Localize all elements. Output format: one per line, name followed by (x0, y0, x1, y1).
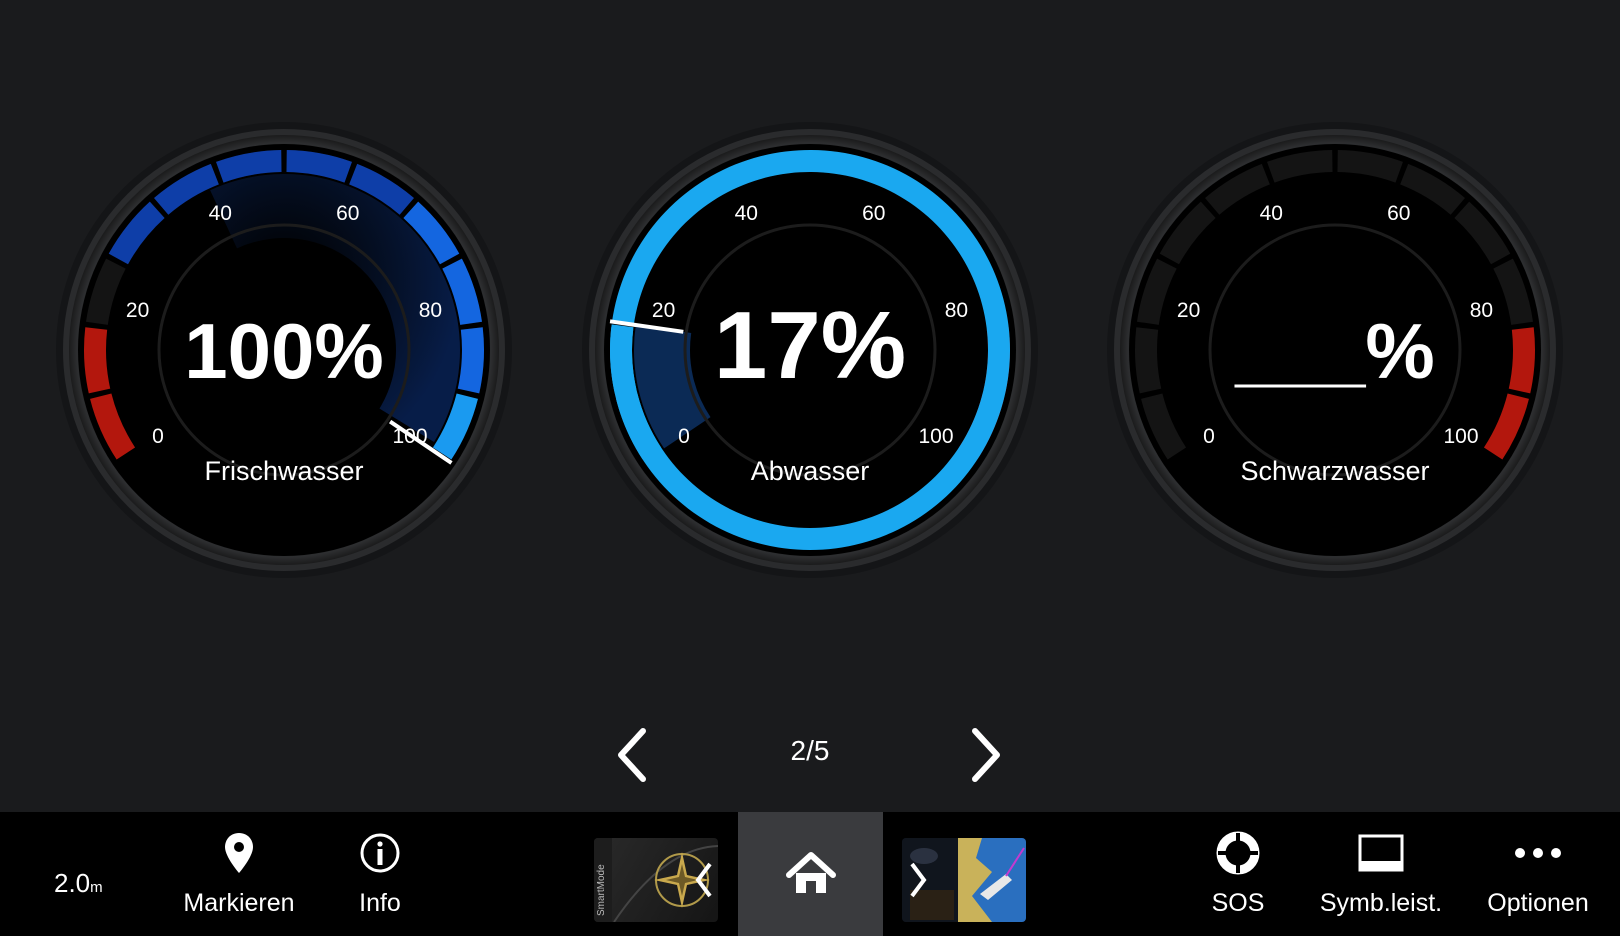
gauge-tick-label: 100 (392, 425, 427, 448)
depth-readout: 2.0m (54, 868, 103, 899)
gauge-tick-label: 100 (918, 425, 953, 448)
info-label: Info (359, 888, 401, 917)
gauge-label: Schwarzwasser (1240, 456, 1429, 486)
gauge-tick-label: 60 (862, 202, 885, 225)
more-icon (1515, 847, 1561, 858)
depth-unit: m (90, 879, 103, 896)
gauge-panel: 0 20 40 60 80 100 100% Frischwasser 0 20 40 60 80 100… (0, 0, 1620, 760)
toolbar-button[interactable]: Symb.leist. (1308, 812, 1454, 936)
smartmode-thumbnail[interactable]: SmartMode (594, 838, 718, 922)
options-label: Optionen (1487, 888, 1589, 917)
gauge-value: 100% (184, 307, 384, 395)
gauge-tick-label: 20 (126, 299, 149, 322)
depth-value: 2.0 (54, 868, 91, 898)
gauge-tick-label: 20 (652, 299, 675, 322)
gauges-svg: 0 20 40 60 80 100 100% Frischwasser 0 20 40 60 80 100… (56, 122, 1563, 578)
gauge-tick-label: 60 (336, 202, 359, 225)
gauge-label: Frischwasser (204, 456, 363, 486)
info-icon (360, 833, 400, 872)
home-button[interactable] (738, 812, 883, 936)
gauge-tick-label: 40 (735, 202, 758, 225)
gauge-tick-label: 80 (945, 299, 968, 322)
options-button[interactable]: Optionen (1478, 812, 1598, 936)
gauge-tick-label: 60 (1387, 202, 1410, 225)
gauge-tick-label: 80 (419, 299, 442, 322)
gauge-tick-label: 100 (1443, 425, 1478, 448)
smartmode-text: SmartMode (596, 864, 607, 916)
toolbar-label: Symb.leist. (1319, 888, 1443, 917)
mark-button[interactable]: Markieren (178, 812, 300, 936)
mark-label: Markieren (183, 888, 295, 917)
gauge-label: Abwasser (751, 456, 870, 486)
sos-button[interactable]: SOS (1195, 812, 1281, 936)
prev-page-button[interactable] (603, 720, 663, 790)
chevron-right-icon (910, 862, 927, 898)
next-page-button[interactable] (955, 720, 1015, 790)
chevron-left-icon (618, 728, 646, 782)
gauge-tick-label: 0 (678, 425, 690, 448)
page-indicator: 2/5 (790, 735, 830, 766)
chevron-right-icon (972, 728, 1000, 782)
chevron-left-icon (695, 862, 712, 898)
toolbar-icon (1358, 834, 1404, 871)
chart-app-thumbnail[interactable] (902, 838, 1026, 922)
gauge-tick-label: 0 (152, 425, 164, 448)
home-icon (785, 852, 836, 893)
map-pin-icon (225, 832, 253, 873)
gauge-value: 17% (714, 292, 906, 399)
sos-label: SOS (1211, 888, 1265, 917)
lifebuoy-icon (1216, 831, 1260, 874)
gauge-tick-label: 40 (1260, 202, 1283, 225)
info-button[interactable]: Info (330, 812, 430, 936)
gauge-tick-label: 80 (1470, 299, 1493, 322)
gauge-tick-label: 20 (1177, 299, 1200, 322)
gauge-tick-label: 40 (209, 202, 232, 225)
gauge-value: ___% (1234, 307, 1435, 395)
gauge-tick-label: 0 (1203, 425, 1215, 448)
